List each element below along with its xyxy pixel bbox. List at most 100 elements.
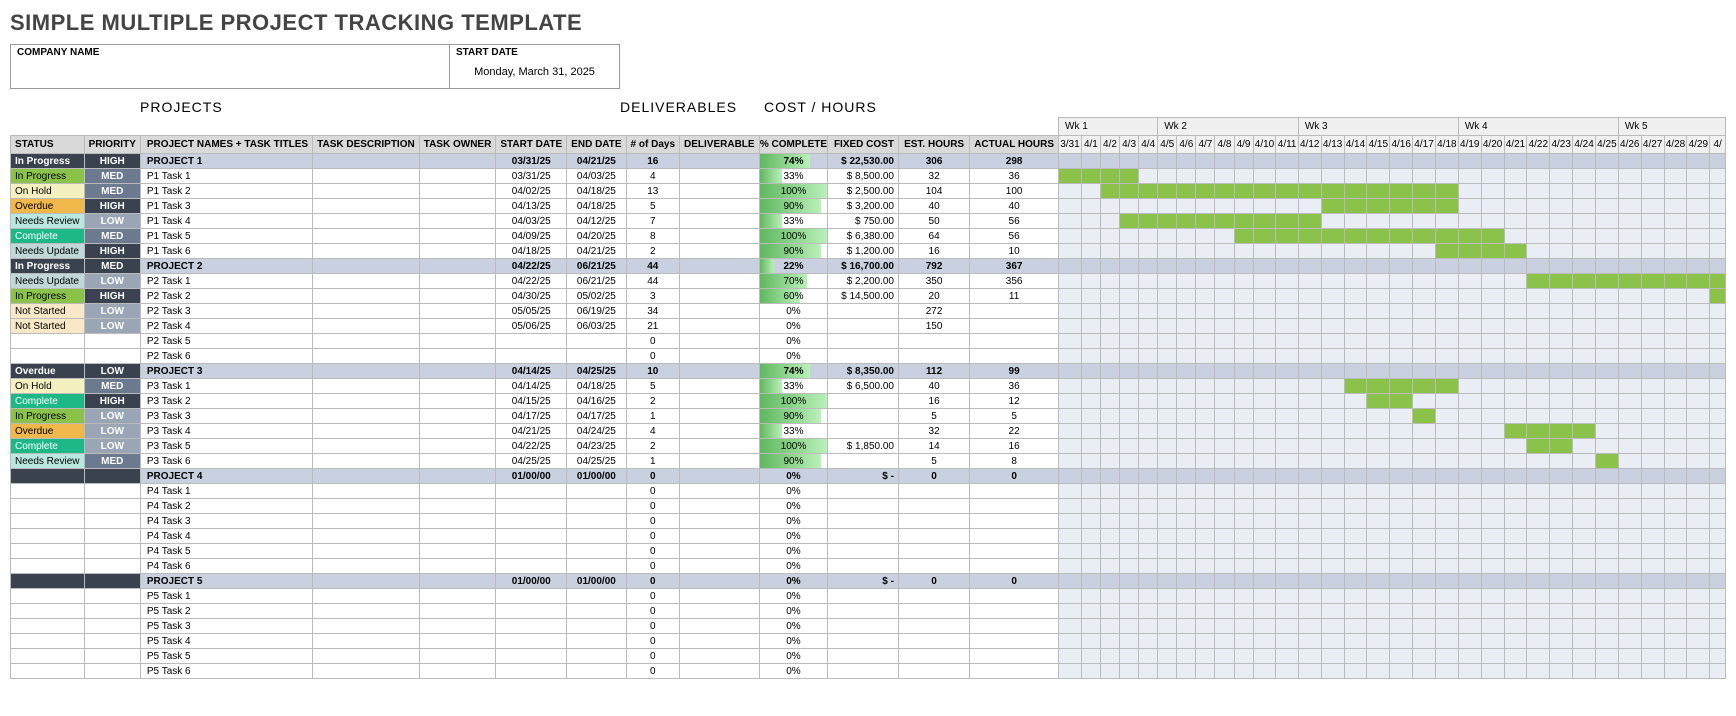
desc-cell[interactable] bbox=[313, 634, 420, 649]
end-date-cell[interactable] bbox=[567, 349, 626, 364]
est-hours-cell[interactable]: 306 bbox=[898, 154, 969, 169]
deliverable-cell[interactable] bbox=[680, 394, 760, 409]
actual-hours-cell[interactable]: 11 bbox=[970, 289, 1059, 304]
est-hours-cell[interactable]: 350 bbox=[898, 274, 969, 289]
actual-hours-cell[interactable]: 100 bbox=[970, 184, 1059, 199]
days-cell[interactable]: 0 bbox=[626, 499, 679, 514]
est-hours-cell[interactable] bbox=[898, 604, 969, 619]
actual-hours-cell[interactable] bbox=[970, 649, 1059, 664]
actual-hours-cell[interactable]: 22 bbox=[970, 424, 1059, 439]
start-date-cell[interactable]: 04/22/25 bbox=[496, 439, 567, 454]
deliverable-cell[interactable] bbox=[680, 454, 760, 469]
desc-cell[interactable] bbox=[313, 544, 420, 559]
name-cell[interactable]: P5 Task 1 bbox=[140, 589, 312, 604]
owner-cell[interactable] bbox=[419, 394, 496, 409]
start-date-cell[interactable]: 04/18/25 bbox=[496, 244, 567, 259]
est-hours-cell[interactable]: 32 bbox=[898, 169, 969, 184]
actual-hours-cell[interactable] bbox=[970, 334, 1059, 349]
owner-cell[interactable] bbox=[419, 169, 496, 184]
end-date-cell[interactable]: 04/21/25 bbox=[567, 154, 626, 169]
start-date-cell[interactable]: 04/22/25 bbox=[496, 274, 567, 289]
days-cell[interactable]: 0 bbox=[626, 649, 679, 664]
deliverable-cell[interactable] bbox=[680, 169, 760, 184]
days-cell[interactable]: 2 bbox=[626, 244, 679, 259]
end-date-cell[interactable]: 01/00/00 bbox=[567, 469, 626, 484]
end-date-cell[interactable] bbox=[567, 619, 626, 634]
actual-hours-cell[interactable] bbox=[970, 529, 1059, 544]
priority-cell[interactable]: MED bbox=[84, 229, 140, 244]
end-date-cell[interactable] bbox=[567, 589, 626, 604]
desc-cell[interactable] bbox=[313, 184, 420, 199]
desc-cell[interactable] bbox=[313, 499, 420, 514]
actual-hours-cell[interactable]: 99 bbox=[970, 364, 1059, 379]
deliverable-cell[interactable] bbox=[680, 484, 760, 499]
table-scroll[interactable]: Wk 1Wk 2Wk 3Wk 4Wk 5 STATUSPRIORITYPROJE… bbox=[10, 117, 1726, 679]
owner-cell[interactable] bbox=[419, 484, 496, 499]
start-date-cell[interactable]: 04/22/25 bbox=[496, 259, 567, 274]
deliverable-cell[interactable] bbox=[680, 349, 760, 364]
deliverable-cell[interactable] bbox=[680, 589, 760, 604]
pct-cell[interactable]: 0% bbox=[759, 649, 828, 664]
cost-cell[interactable]: $ 750.00 bbox=[828, 214, 899, 229]
cost-cell[interactable]: $ - bbox=[828, 574, 899, 589]
end-date-cell[interactable]: 06/21/25 bbox=[567, 274, 626, 289]
owner-cell[interactable] bbox=[419, 214, 496, 229]
end-date-cell[interactable]: 04/17/25 bbox=[567, 409, 626, 424]
days-cell[interactable]: 0 bbox=[626, 634, 679, 649]
end-date-cell[interactable]: 01/00/00 bbox=[567, 574, 626, 589]
start-date-cell[interactable] bbox=[496, 604, 567, 619]
name-cell[interactable]: P3 Task 6 bbox=[140, 454, 312, 469]
desc-cell[interactable] bbox=[313, 604, 420, 619]
deliverable-cell[interactable] bbox=[680, 604, 760, 619]
owner-cell[interactable] bbox=[419, 259, 496, 274]
cost-cell[interactable]: $ 8,350.00 bbox=[828, 364, 899, 379]
priority-cell[interactable]: LOW bbox=[84, 214, 140, 229]
est-hours-cell[interactable] bbox=[898, 664, 969, 679]
status-cell[interactable] bbox=[11, 574, 85, 589]
start-date-cell[interactable]: 05/05/25 bbox=[496, 304, 567, 319]
desc-cell[interactable] bbox=[313, 529, 420, 544]
est-hours-cell[interactable]: 14 bbox=[898, 439, 969, 454]
est-hours-cell[interactable]: 40 bbox=[898, 199, 969, 214]
days-cell[interactable]: 0 bbox=[626, 529, 679, 544]
priority-cell[interactable]: LOW bbox=[84, 274, 140, 289]
end-date-cell[interactable] bbox=[567, 634, 626, 649]
priority-cell[interactable]: LOW bbox=[84, 424, 140, 439]
days-cell[interactable]: 0 bbox=[626, 334, 679, 349]
actual-hours-cell[interactable] bbox=[970, 484, 1059, 499]
actual-hours-cell[interactable] bbox=[970, 349, 1059, 364]
name-cell[interactable]: P3 Task 2 bbox=[140, 394, 312, 409]
actual-hours-cell[interactable]: 5 bbox=[970, 409, 1059, 424]
status-cell[interactable] bbox=[11, 499, 85, 514]
pct-cell[interactable]: 0% bbox=[759, 604, 828, 619]
pct-cell[interactable]: 0% bbox=[759, 514, 828, 529]
cost-cell[interactable] bbox=[828, 634, 899, 649]
desc-cell[interactable] bbox=[313, 514, 420, 529]
est-hours-cell[interactable]: 5 bbox=[898, 454, 969, 469]
pct-cell[interactable]: 0% bbox=[759, 499, 828, 514]
deliverable-cell[interactable] bbox=[680, 424, 760, 439]
actual-hours-cell[interactable]: 0 bbox=[970, 574, 1059, 589]
est-hours-cell[interactable]: 5 bbox=[898, 409, 969, 424]
days-cell[interactable]: 44 bbox=[626, 259, 679, 274]
desc-cell[interactable] bbox=[313, 664, 420, 679]
deliverable-cell[interactable] bbox=[680, 229, 760, 244]
start-date-cell[interactable] bbox=[496, 334, 567, 349]
actual-hours-cell[interactable]: 56 bbox=[970, 214, 1059, 229]
priority-cell[interactable] bbox=[84, 544, 140, 559]
deliverable-cell[interactable] bbox=[680, 364, 760, 379]
name-cell[interactable]: P5 Task 4 bbox=[140, 634, 312, 649]
deliverable-cell[interactable] bbox=[680, 199, 760, 214]
actual-hours-cell[interactable]: 0 bbox=[970, 469, 1059, 484]
days-cell[interactable]: 1 bbox=[626, 454, 679, 469]
pct-cell[interactable]: 0% bbox=[759, 544, 828, 559]
days-cell[interactable]: 5 bbox=[626, 379, 679, 394]
pct-cell[interactable]: 100% bbox=[759, 229, 828, 244]
status-cell[interactable]: Overdue bbox=[11, 199, 85, 214]
pct-cell[interactable]: 74% bbox=[759, 364, 828, 379]
est-hours-cell[interactable]: 16 bbox=[898, 244, 969, 259]
end-date-cell[interactable]: 04/25/25 bbox=[567, 364, 626, 379]
start-date-cell[interactable] bbox=[496, 589, 567, 604]
owner-cell[interactable] bbox=[419, 184, 496, 199]
days-cell[interactable]: 1 bbox=[626, 409, 679, 424]
